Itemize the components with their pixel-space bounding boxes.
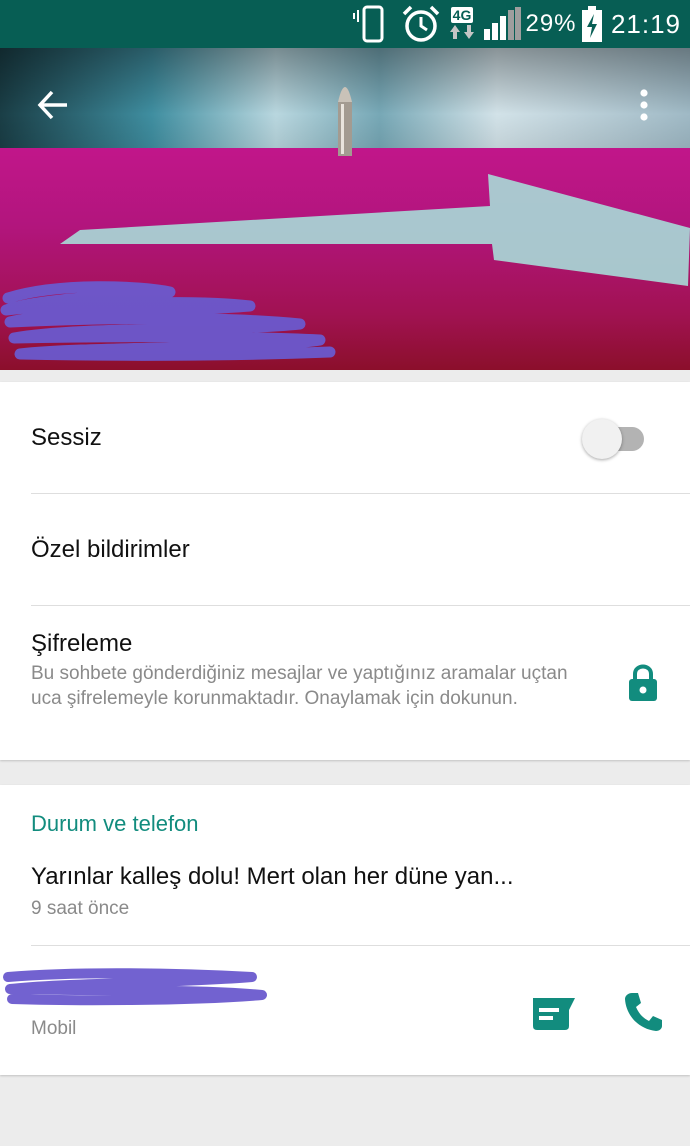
custom-notifications-label: Özel bildirimler — [31, 536, 190, 563]
status-time: 9 saat önce — [31, 898, 130, 919]
back-button[interactable] — [30, 82, 76, 128]
phone-type: Mobil — [31, 1018, 77, 1039]
call-icon — [625, 993, 662, 1031]
more-options-button[interactable] — [624, 82, 664, 128]
mute-toggle[interactable] — [582, 419, 648, 459]
status-text: Yarınlar kalleş dolu! Mert olan her düne… — [31, 863, 514, 890]
clock: 21:19 — [610, 8, 682, 39]
phone-number-redacted — [3, 968, 267, 1006]
arrow-graphic — [60, 174, 690, 286]
data-arrows-icon — [450, 25, 474, 39]
mute-row[interactable]: Sessiz — [0, 382, 690, 493]
network-4g-icon: 4G — [446, 0, 478, 48]
status-bar: 4G 29% 21:19 — [0, 0, 690, 48]
mute-label: Sessiz — [31, 424, 102, 451]
bullet-image — [338, 87, 352, 156]
message-icon — [533, 998, 575, 1030]
call-button[interactable] — [622, 989, 664, 1033]
encryption-description: Bu sohbete gönderdiğiniz mesajlar ve yap… — [31, 663, 568, 709]
battery-charging-icon — [578, 0, 606, 48]
custom-notifications-row[interactable]: Özel bildirimler — [0, 494, 690, 605]
encryption-label: Şifreleme — [31, 630, 133, 657]
profile-header-image — [0, 48, 690, 370]
lock-icon — [629, 664, 657, 701]
chat-settings-card: Sessiz Özel bildirimler Şifreleme Bu soh… — [0, 382, 690, 760]
signal-icon — [482, 0, 522, 48]
mute-toggle-thumb — [582, 419, 622, 459]
battery-percent: 29% — [525, 10, 577, 37]
alarm-icon — [400, 0, 442, 48]
arrow-back-icon — [37, 90, 67, 120]
more-vert-icon — [640, 89, 648, 121]
about-phone-card: Durum ve telefon Yarınlar kalleş dolu! M… — [0, 785, 690, 1075]
contact-name-redacted — [0, 281, 336, 361]
section-title: Durum ve telefon — [31, 811, 199, 836]
vibrate-icon — [352, 0, 394, 48]
network-type-label: 4G — [450, 7, 474, 23]
message-button[interactable] — [529, 992, 577, 1032]
